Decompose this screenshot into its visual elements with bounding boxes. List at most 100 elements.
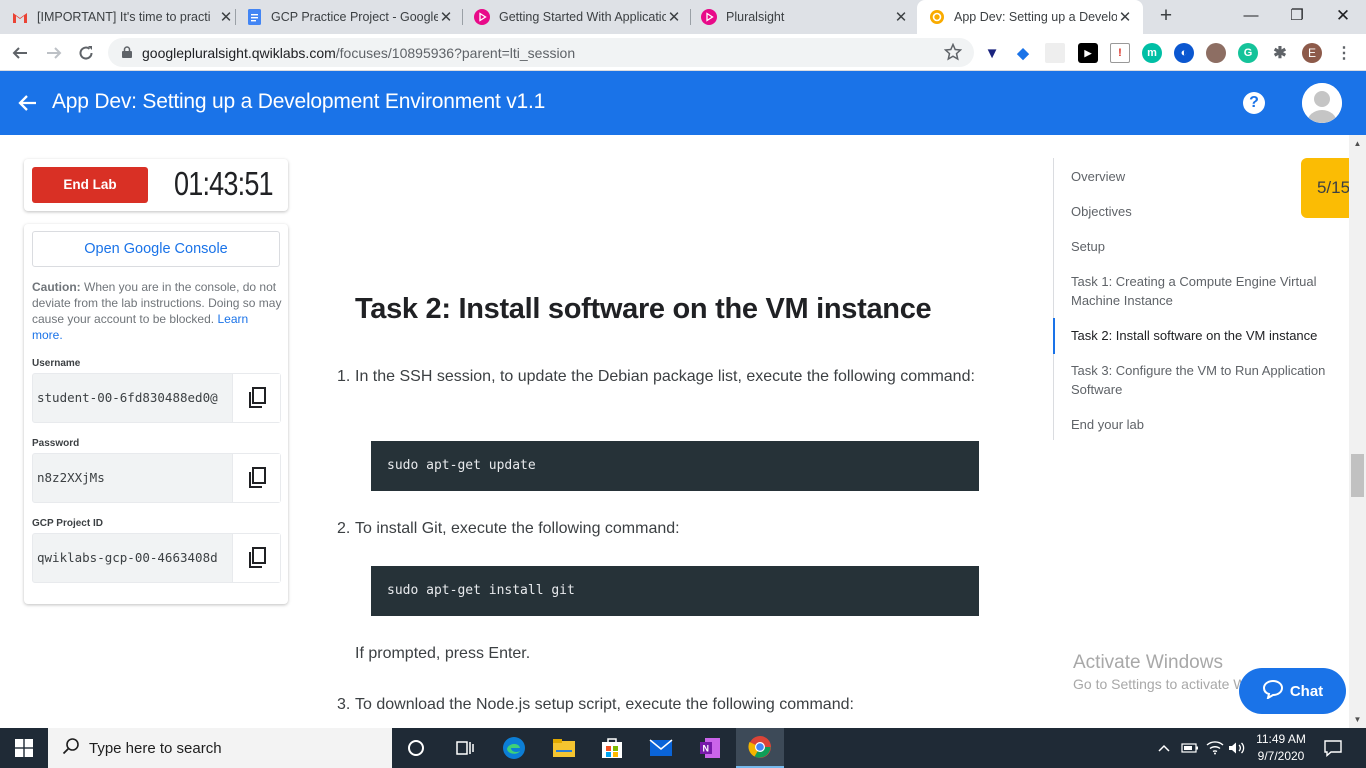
new-tab-button[interactable]: + [1155,5,1177,27]
browser-tab-getting-started[interactable]: Getting Started With Applicatio ✕ [474,0,682,34]
browser-tab-docs[interactable]: GCP Practice Project - Google D ✕ [246,0,454,34]
store-icon[interactable] [588,728,636,768]
extension-blank-icon[interactable] [1045,43,1065,63]
back-icon[interactable] [6,39,34,67]
tab-divider [235,9,236,25]
caution-text: Caution: When you are in the console, do… [32,280,282,342]
clock-date: 9/7/2020 [1257,749,1305,763]
close-tab-icon[interactable]: ✕ [218,8,234,26]
scrollbar-thumb[interactable] [1351,454,1364,497]
lab-timer: 01:43:51 [174,165,274,202]
task-view-icon[interactable] [440,728,488,768]
username-value[interactable]: student-00-6fd830488ed0@ [33,374,233,422]
chrome-icon[interactable] [736,728,784,768]
taskbar-clock[interactable]: 11:49 AM 9/7/2020 [1250,731,1312,765]
profile-avatar[interactable]: E [1302,43,1322,63]
browser-menu-icon[interactable]: ⋮ [1334,43,1354,63]
username-field: student-00-6fd830488ed0@ [32,373,281,423]
lab-timer-card: End Lab 01:43:51 [24,159,288,211]
extension-clip-icon[interactable]: ! [1110,43,1130,63]
activate-windows-title: Activate Windows [1073,652,1223,673]
gmail-icon [12,9,28,25]
chat-label: Chat [1289,682,1324,700]
wifi-icon[interactable] [1206,728,1224,768]
close-window-icon[interactable]: ✕ [1320,0,1366,32]
tab-divider [690,9,691,25]
password-field: n8z2XXjMs [32,453,281,503]
browser-tab-gmail[interactable]: [IMPORTANT] It's time to practi ✕ [12,0,234,34]
code-block-2[interactable]: sudo apt-get install git [371,566,979,616]
pluralsight-icon [701,9,717,25]
copy-icon[interactable] [232,374,280,422]
toc-item-overview[interactable]: Overview [1071,167,1339,186]
lock-icon [122,45,132,61]
extension-brown-icon[interactable] [1206,43,1226,63]
close-tab-icon[interactable]: ✕ [438,8,454,26]
toc-rail [1053,158,1054,440]
browser-tab-strip: [IMPORTANT] It's time to practi ✕ GCP Pr… [0,0,1366,34]
battery-icon[interactable] [1181,728,1199,768]
prompt-note: If prompted, press Enter. [355,645,531,662]
mail-icon[interactable] [637,728,685,768]
taskbar-search-input[interactable]: Type here to search [48,728,392,768]
username-label: Username [32,358,81,369]
open-console-button[interactable]: Open Google Console [32,231,280,267]
user-avatar[interactable] [1302,83,1342,123]
extension-circle-icon[interactable]: ◐ [1174,43,1194,63]
tray-chevron-icon[interactable] [1157,728,1171,768]
extension-v-icon[interactable]: ▼ [982,43,1002,63]
browser-tab-pluralsight[interactable]: Pluralsight ✕ [701,0,909,34]
password-value[interactable]: n8z2XXjMs [33,454,233,502]
grammarly-icon[interactable]: G [1238,43,1258,63]
extension-m-icon[interactable]: m [1142,43,1162,63]
address-bar[interactable]: googlepluralsight.qwiklabs.com/focuses/1… [108,38,974,67]
notifications-icon[interactable] [1323,728,1343,768]
bookmark-star-icon[interactable] [943,42,963,64]
volume-icon[interactable] [1228,728,1246,768]
project-id-value[interactable]: qwiklabs-gcp-00-4663408d [33,534,233,582]
page-scrollbar[interactable] [1349,135,1366,728]
password-label: Password [32,438,80,449]
close-tab-icon[interactable]: ✕ [893,8,909,26]
browser-tab-qwiklabs[interactable]: App Dev: Setting up a Develop ✕ [917,0,1143,34]
back-arrow-icon[interactable] [16,91,40,120]
project-id-label: GCP Project ID [32,518,103,529]
windows-start-icon[interactable] [0,728,48,768]
extension-graduation-icon[interactable]: ◆ [1013,43,1033,63]
toc-item-objectives[interactable]: Objectives [1071,202,1339,221]
help-icon[interactable]: ? [1243,92,1265,114]
copy-icon[interactable] [232,454,280,502]
toc-item-setup[interactable]: Setup [1071,237,1339,256]
close-tab-icon[interactable]: ✕ [666,8,682,26]
project-id-field: qwiklabs-gcp-00-4663408d [32,533,281,583]
toc-item-end-lab[interactable]: End your lab [1071,415,1339,434]
scroll-up-icon[interactable]: ▲ [1349,135,1366,152]
toc-item-task-3[interactable]: Task 3: Configure the VM to Run Applicat… [1071,361,1339,399]
chat-button[interactable]: Chat [1239,668,1346,714]
end-lab-button[interactable]: End Lab [32,167,148,203]
code-block-1[interactable]: sudo apt-get update [371,441,979,491]
credentials-card: Open Google Console Caution: When you ar… [24,224,288,604]
toc-active-indicator [1053,318,1055,354]
onenote-icon[interactable]: N [686,728,734,768]
qwiklabs-icon [929,9,945,25]
cortana-icon[interactable] [392,728,440,768]
extensions-puzzle-icon[interactable]: ✱ [1270,43,1290,63]
search-placeholder: Type here to search [89,739,222,757]
windows-taskbar: Type here to search N 11:49 AM 9/7/2020 [0,728,1366,768]
restore-icon[interactable]: ❐ [1274,0,1320,32]
reload-icon[interactable] [72,39,100,67]
minimize-icon[interactable]: — [1228,0,1274,32]
file-explorer-icon[interactable] [540,728,588,768]
clock-time: 11:49 AM [1256,732,1306,746]
close-tab-icon[interactable]: ✕ [1117,8,1133,26]
edge-icon[interactable] [490,728,538,768]
toc-item-task-2[interactable]: Task 2: Install software on the VM insta… [1071,326,1339,345]
google-docs-icon [246,9,262,25]
extension-play-icon[interactable]: ▶ [1078,43,1098,63]
toc-item-task-1[interactable]: Task 1: Creating a Compute Engine Virtua… [1071,272,1339,310]
forward-icon[interactable] [40,39,68,67]
svg-text:N: N [703,744,710,754]
copy-icon[interactable] [232,534,280,582]
scroll-down-icon[interactable]: ▼ [1349,711,1366,728]
